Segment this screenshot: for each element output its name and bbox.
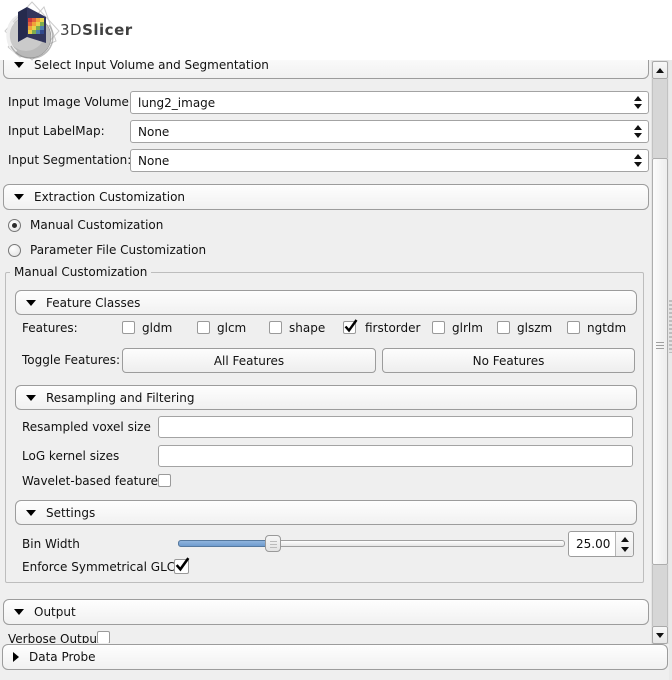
scrollbar-groove-top[interactable] [652,79,668,158]
panel-scrollbar[interactable] [651,60,669,644]
manual-customization-radio[interactable] [8,219,21,232]
feature-checkbox-gldm[interactable] [122,321,135,334]
scrollbar-handle[interactable] [652,158,668,565]
button-label: No Features [472,353,545,368]
arrow-down-icon [656,632,664,638]
collapse-arrow-icon [26,394,36,401]
feature-checkbox-glrlm[interactable] [432,321,445,334]
combobox-arrows-icon[interactable] [634,150,642,171]
checkmark-icon [175,557,190,572]
manual-customization-groupbox-title: Manual Customization [10,265,152,280]
manual-customization-radio-label[interactable]: Manual Customization [30,218,163,233]
input-segmentation-combobox[interactable]: None [130,149,649,172]
feature-checkbox-ngtdm-label[interactable]: ngtdm [587,321,626,336]
bin-width-value: 25.00 [576,537,611,551]
feature-checkbox-glcm-label[interactable]: glcm [217,321,246,336]
input-segmentation-label: Input Segmentation: [8,153,132,167]
feature-checkbox-firstorder[interactable] [343,319,358,334]
section-title: Resampling and Filtering [46,390,195,405]
section-title: Output [34,605,76,619]
section-feature-classes[interactable]: Feature Classes [15,290,637,315]
app-title: 3DSlicer [60,21,133,39]
combobox-arrows-icon[interactable] [634,92,642,113]
wavelet-based-features-checkbox[interactable] [158,474,171,487]
feature-checkbox-firstorder-label[interactable]: firstorder [365,321,420,336]
section-data-probe[interactable]: Data Probe [2,644,668,670]
input-image-volume-label: Input Image Volume: [8,95,133,109]
enforce-symmetrical-glcm-checkbox[interactable] [174,557,190,574]
wavelet-based-features-label: Wavelet-based features [22,474,165,488]
input-labelmap-label: Input LabelMap: [8,124,105,138]
features-label: Features: [22,321,78,335]
feature-checkbox-gldm-label[interactable]: gldm [142,321,172,336]
section-title: Extraction Customization [34,190,186,204]
section-select-input-volume[interactable]: Select Input Volume and Segmentation [3,60,649,79]
feature-checkbox-glszm-label[interactable]: glszm [517,321,552,336]
slicer-logo-icon [4,1,60,61]
feature-checkbox-ngtdm[interactable] [567,321,580,334]
verbose-output-label: Verbose Output [8,632,102,643]
slider-grip-icon [270,541,277,548]
app-title-prefix: 3D [60,21,83,39]
section-title: Select Input Volume and Segmentation [34,60,269,72]
feature-checkbox-shape-label[interactable]: shape [289,321,325,336]
app-title-suffix: Slicer [82,21,133,39]
resampled-voxel-size-label: Resampled voxel size [22,420,151,434]
parameter-file-customization-radio-label[interactable]: Parameter File Customization [30,243,206,258]
section-extraction-customization[interactable]: Extraction Customization [3,184,649,210]
section-title: Data Probe [29,650,96,664]
log-kernel-sizes-label: LoG kernel sizes [22,449,120,463]
input-labelmap-combobox[interactable]: None [130,120,649,143]
parameter-file-customization-radio[interactable] [8,244,21,257]
button-label: All Features [213,353,285,368]
app-header: 3DSlicer [0,0,672,61]
verbose-output-checkbox[interactable] [97,631,110,643]
log-kernel-sizes-input[interactable] [158,445,633,467]
combobox-value: None [138,124,170,139]
collapse-arrow-icon [26,299,36,306]
feature-checkbox-glszm[interactable] [497,321,510,334]
resampled-voxel-size-input[interactable] [158,416,633,438]
spinbox-arrows[interactable] [615,532,633,556]
combobox-arrows-icon[interactable] [634,121,642,142]
checkmark-icon [344,319,358,333]
scrollbar-up-button[interactable] [652,61,668,79]
section-settings[interactable]: Settings [15,500,637,525]
combobox-value: None [138,153,170,168]
scrollbar-down-button[interactable] [652,626,668,644]
feature-checkbox-glrlm-label[interactable]: glrlm [452,321,483,336]
toggle-features-label: Toggle Features: [22,353,121,367]
radio-dot [12,223,17,228]
arrow-up-icon [656,67,664,73]
section-output[interactable]: Output [3,599,649,625]
scrollbar-grip-icon [656,342,664,351]
section-resampling-filtering[interactable]: Resampling and Filtering [15,385,637,410]
feature-checkbox-glcm[interactable] [197,321,210,334]
section-title: Feature Classes [46,295,141,310]
feature-checkbox-shape[interactable] [269,321,282,334]
all-features-button[interactable]: All Features [122,348,376,373]
expand-arrow-icon [13,652,19,662]
collapse-arrow-icon [14,194,24,200]
bin-width-slider-fill [178,540,273,547]
bin-width-slider-handle[interactable] [265,535,281,552]
spin-down-icon[interactable] [620,546,629,552]
module-panel: Select Input Volume and Segmentation Inp… [0,60,650,643]
enforce-symmetrical-glcm-label: Enforce Symmetrical GLCM [22,560,186,574]
section-title: Settings [46,505,96,520]
collapse-arrow-icon [26,509,36,516]
bin-width-spinbox[interactable]: 25.00 [568,531,634,557]
input-image-volume-combobox[interactable]: lung2_image [130,91,649,114]
collapse-arrow-icon [14,609,24,615]
combobox-value: lung2_image [138,95,216,110]
no-features-button[interactable]: No Features [382,348,635,373]
bin-width-label: Bin Width [22,537,80,551]
scrollbar-groove-bottom[interactable] [652,565,668,626]
spin-up-icon[interactable] [620,536,629,542]
